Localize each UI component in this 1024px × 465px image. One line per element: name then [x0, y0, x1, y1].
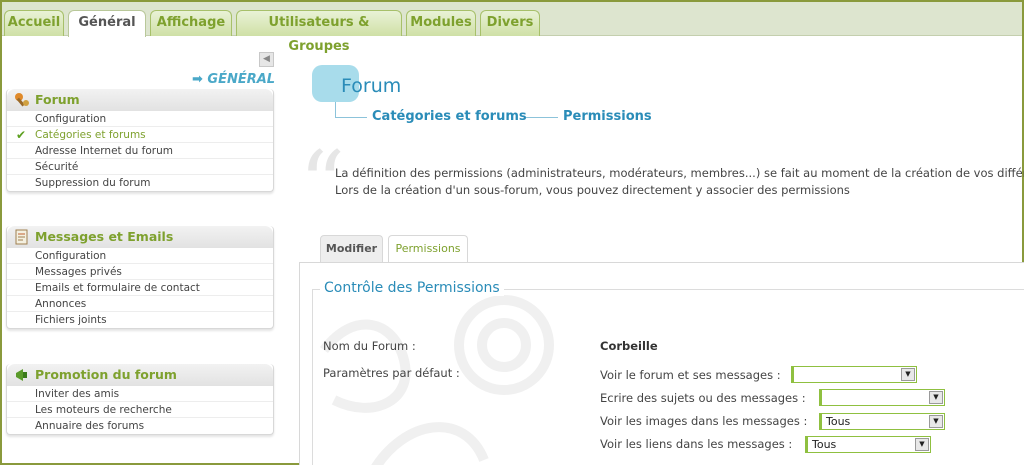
tab-utilisateurs-groupes[interactable]: Utilisateurs & Groupes [236, 10, 402, 54]
collapse-sidebar-button[interactable]: ◀ [259, 52, 274, 67]
breadcrumb-item-categories[interactable]: Catégories et forums [372, 109, 527, 124]
sidebar-item-label: Annonces [35, 298, 87, 310]
sidebar-item-fichiers-joints[interactable]: Fichiers joints [7, 312, 273, 328]
top-tab-bar: Accueil Général Affichage Utilisateurs &… [2, 2, 1022, 54]
dropdown-arrow-icon: ▼ [929, 391, 943, 404]
panel-header-promotion: Promotion du forum [7, 364, 273, 386]
forum-name-label: Nom du Forum : [323, 339, 416, 353]
breadcrumb-item-permissions: Permissions [563, 109, 652, 124]
sidebar-item-annuaire-forums[interactable]: Annuaire des forums [7, 418, 273, 434]
panel-title: Forum [35, 92, 80, 107]
megaphone-icon [16, 369, 27, 381]
panel-header-messages: Messages et Emails [7, 226, 273, 248]
forum-name-value: Corbeille [600, 339, 658, 353]
sidebar-item-configuration[interactable]: Configuration [7, 111, 273, 127]
description-line: Lors de la création d'un sous-forum, vou… [335, 183, 850, 197]
perm-label-write: Ecrire des sujets ou des messages : [600, 391, 806, 405]
subtab-permissions[interactable]: Permissions [388, 235, 468, 264]
sidebar-item-label: Les moteurs de recherche [35, 404, 172, 416]
sidebar-panel-promotion: Promotion du forum Inviter des amis Les … [6, 364, 274, 435]
sidebar-item-annonces[interactable]: Annonces [7, 296, 273, 312]
wrench-icon [15, 93, 29, 107]
sidebar-item-label: Configuration [35, 250, 107, 262]
tab-accueil[interactable]: Accueil [4, 10, 64, 36]
select-images[interactable]: Tous ▼ [819, 413, 945, 430]
select-write[interactable]: ▼ [819, 389, 945, 406]
panel-title: Promotion du forum [35, 367, 177, 382]
sidebar-item-label: Inviter des amis [35, 388, 120, 400]
sidebar-item-label: Annuaire des forums [35, 420, 145, 432]
sidebar-item-label: Configuration [35, 113, 107, 125]
sidebar-panel-forum: Forum Configuration ✔ Catégories et forum… [6, 89, 274, 192]
perm-label-images: Voir les images dans les messages : [600, 414, 808, 428]
default-params-label: Paramètres par défaut : [323, 366, 460, 380]
perm-label-view-forum: Voir le forum et ses messages : [600, 368, 781, 382]
sidebar-item-label: Fichiers joints [35, 314, 107, 326]
breadcrumb-connector [335, 102, 336, 117]
dropdown-arrow-icon: ▼ [929, 415, 943, 428]
sidebar-item-suppression[interactable]: Suppression du forum [7, 175, 273, 191]
panel-header-forum: Forum [7, 89, 273, 111]
sidebar-item-label: Adresse Internet du forum [35, 145, 173, 157]
sidebar-item-securite[interactable]: Sécurité [7, 159, 273, 175]
sidebar-section-label: ➡ GÉNÉRAL [192, 72, 276, 87]
sidebar-item-configuration-messages[interactable]: Configuration [7, 248, 273, 264]
tab-divers[interactable]: Divers [480, 10, 540, 36]
sidebar-item-messages-prives[interactable]: Messages privés [7, 264, 273, 280]
sidebar-item-inviter-amis[interactable]: Inviter des amis [7, 386, 273, 402]
document-icon [15, 229, 28, 245]
fieldset-title: Contrôle des Permissions [320, 280, 504, 296]
perm-label-links: Voir les liens dans les messages : [600, 437, 793, 451]
sidebar-item-moteurs-recherche[interactable]: Les moteurs de recherche [7, 402, 273, 418]
sidebar-item-categories-forums[interactable]: ✔ Catégories et forums [7, 127, 273, 143]
select-value: Tous [826, 415, 851, 428]
sidebar-item-label: Catégories et forums [35, 129, 146, 141]
page-description: La définition des permissions (administr… [335, 165, 1024, 199]
description-line: La définition des permissions (administr… [335, 166, 1024, 180]
select-view-forum[interactable]: ▼ [791, 366, 917, 383]
check-icon: ✔ [16, 128, 27, 142]
sidebar-item-label: Emails et formulaire de contact [35, 282, 200, 294]
sidebar-item-adresse-internet[interactable]: Adresse Internet du forum [7, 143, 273, 159]
tab-general[interactable]: Général [68, 10, 146, 37]
sidebar-item-label: Sécurité [35, 161, 79, 173]
sidebar-item-emails-contact[interactable]: Emails et formulaire de contact [7, 280, 273, 296]
dropdown-arrow-icon: ▼ [915, 438, 929, 451]
dropdown-arrow-icon: ▼ [901, 368, 915, 381]
tab-affichage[interactable]: Affichage [150, 10, 232, 36]
select-value: Tous [812, 438, 837, 451]
subtab-modifier[interactable]: Modifier [320, 235, 383, 263]
tab-modules[interactable]: Modules [406, 10, 476, 36]
fieldset-border [312, 289, 313, 465]
sidebar-panel-messages-emails: Messages et Emails Configuration Message… [6, 226, 274, 329]
page-title: Forum [341, 75, 402, 97]
sidebar-item-label: Suppression du forum [35, 177, 151, 189]
select-links[interactable]: Tous ▼ [805, 436, 931, 453]
breadcrumb-connector [526, 117, 558, 118]
panel-title: Messages et Emails [35, 229, 174, 244]
sidebar-item-label: Messages privés [35, 266, 122, 278]
breadcrumb-connector [335, 117, 367, 118]
